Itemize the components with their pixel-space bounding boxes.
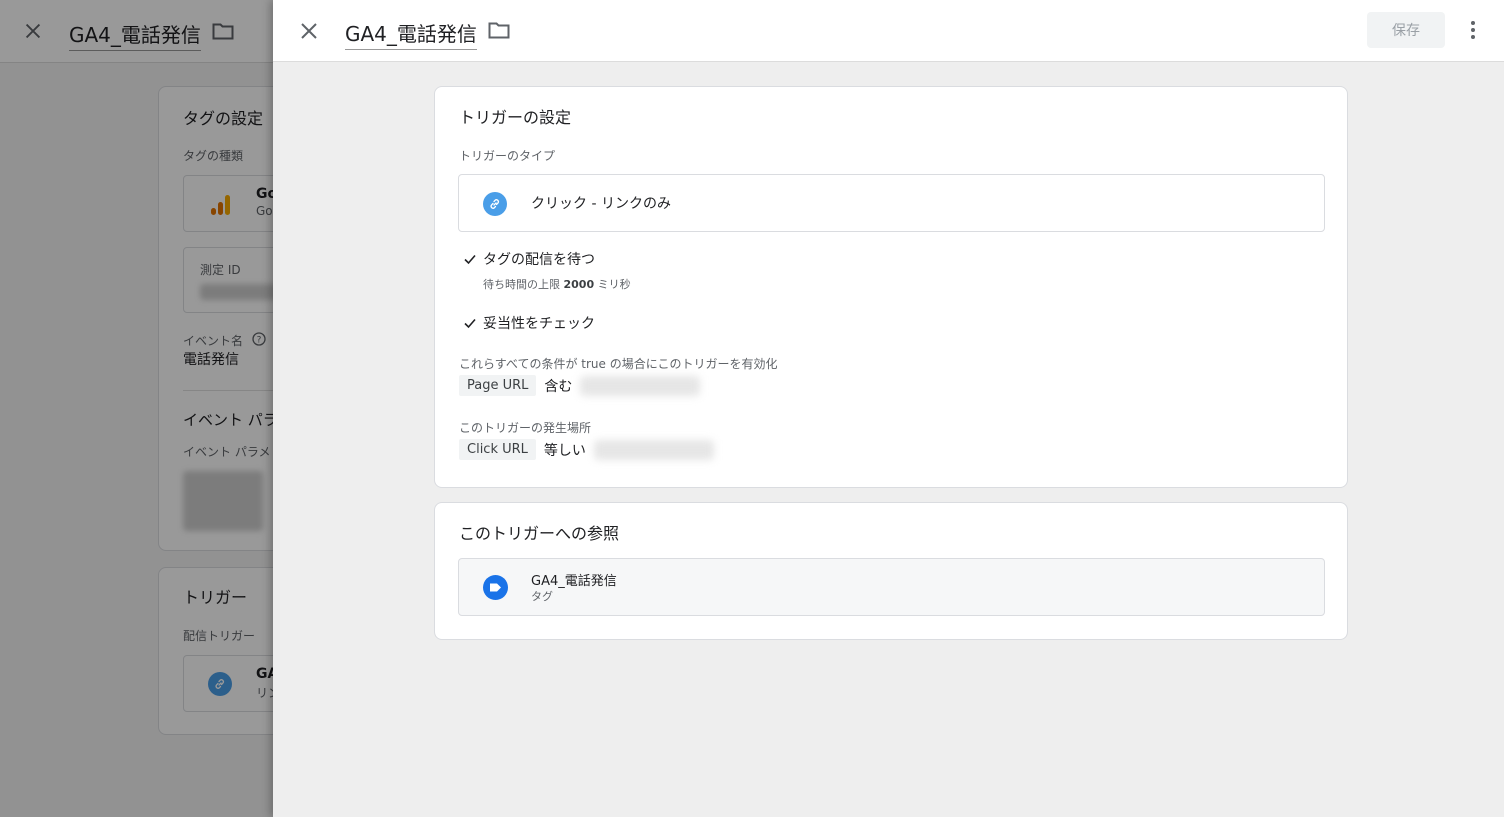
condition-value-blurred: [580, 375, 701, 396]
link-icon: [483, 192, 507, 216]
trigger-name-title[interactable]: GA4_電話発信: [345, 18, 477, 50]
wait-limit-note: 待ち時間の上限 2000 ミリ秒: [483, 276, 631, 292]
condition-variable-chip: Page URL: [459, 375, 537, 396]
references-heading: このトリガーへの参照: [459, 524, 620, 543]
condition-variable-chip: Click URL: [459, 439, 536, 460]
condition-operator: 含む: [544, 378, 573, 395]
wait-for-tags-label: タグの配信を待つ: [483, 252, 595, 268]
condition-operator: 等しい: [543, 442, 586, 459]
enable-conditions-label: これらすべての条件が true の場合にこのトリガーを有効化: [459, 357, 778, 371]
reference-item-type: タグ: [531, 590, 553, 603]
trigger-references-card: このトリガーへの参照 GA4_電話発信 タグ: [434, 502, 1348, 640]
trigger-type-selector[interactable]: クリック - リンクのみ: [458, 174, 1325, 232]
wait-for-tags-row: タグの配信を待つ: [463, 249, 595, 269]
reference-item[interactable]: GA4_電話発信 タグ: [458, 558, 1325, 616]
check-validation-row: 妥当性をチェック: [463, 313, 595, 333]
trigger-settings-card: トリガーの設定 トリガーのタイプ クリック - リンクのみ タグの配信を待つ 待…: [434, 86, 1348, 488]
fire-on-label: このトリガーの発生場所: [459, 421, 592, 435]
check-icon: [464, 254, 476, 265]
trigger-type-label: トリガーのタイプ: [459, 149, 556, 163]
save-button[interactable]: 保存: [1367, 12, 1445, 48]
close-icon[interactable]: [297, 19, 321, 43]
trigger-type-value: クリック - リンクのみ: [531, 196, 671, 212]
fire-condition-row: Click URL 等しい: [459, 439, 714, 460]
more-vert-icon[interactable]: [1461, 18, 1485, 42]
condition-value-blurred: [593, 439, 714, 460]
tag-icon: [483, 575, 508, 600]
reference-item-name: GA4_電話発信: [531, 574, 617, 589]
wait-limit-value: 2000: [563, 278, 595, 291]
wait-limit-prefix: 待ち時間の上限: [483, 278, 560, 291]
check-icon: [464, 318, 476, 329]
check-validation-label: 妥当性をチェック: [483, 316, 595, 332]
folder-icon[interactable]: [488, 21, 510, 39]
enable-condition-row: Page URL 含む: [459, 375, 701, 396]
wait-limit-suffix: ミリ秒: [597, 278, 631, 291]
panel-header: GA4_電話発信 保存: [273, 0, 1504, 62]
trigger-settings-heading: トリガーの設定: [459, 108, 572, 127]
trigger-panel: GA4_電話発信 保存 トリガーの設定 トリガーのタイプ クリック - リンクの…: [273, 0, 1504, 817]
